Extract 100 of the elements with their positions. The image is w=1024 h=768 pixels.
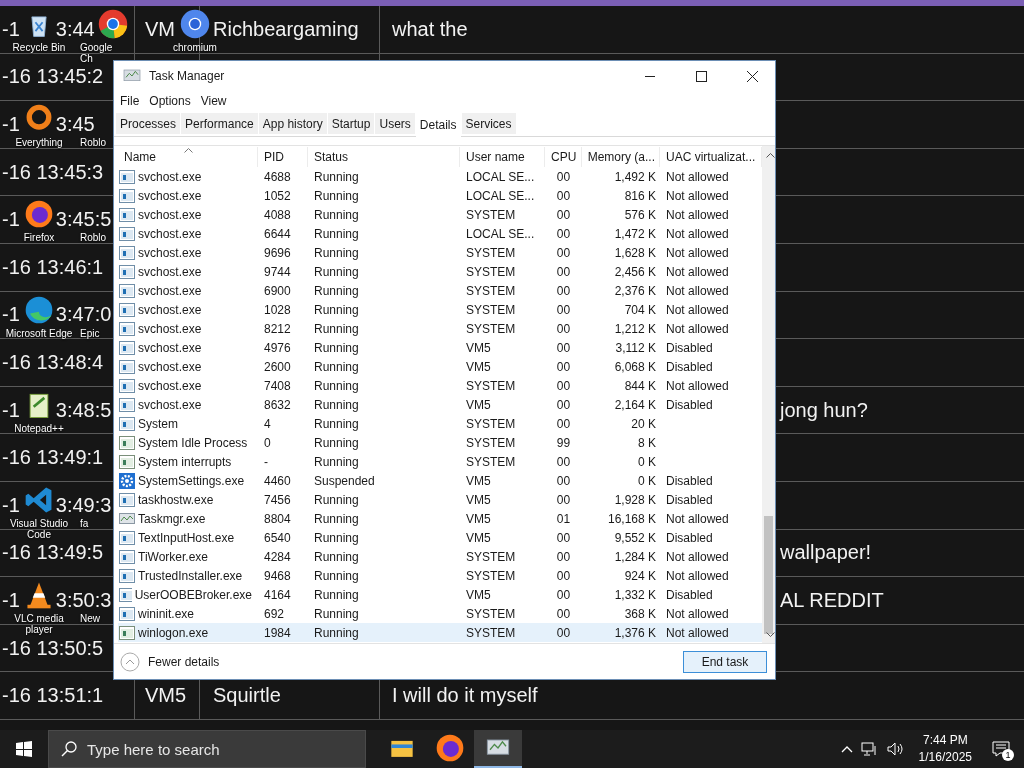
- process-row[interactable]: TiWorker.exe 4284 Running SYSTEM 00 1,284 K Not allowed: [118, 547, 762, 566]
- desktop-icon-label[interactable]: Recycle Bin: [12, 42, 66, 53]
- process-row[interactable]: svchost.exe 4088 Running SYSTEM 00 576 K Not allowed: [118, 205, 762, 224]
- clock[interactable]: 7:44 PM 1/16/2025: [912, 732, 978, 766]
- display-name: Squirtle: [213, 684, 281, 708]
- pid-cell: 7408: [264, 378, 291, 393]
- timestamp: -16 13:45:3: [2, 160, 104, 184]
- desktop-icon-label[interactable]: Roblo: [80, 232, 107, 244]
- process-row[interactable]: svchost.exe 9696 Running SYSTEM 00 1,628 K Not allowed: [118, 243, 762, 262]
- timestamp: -16 13:51:1: [2, 684, 104, 708]
- desktop-icon-label[interactable]: Epic: [80, 327, 100, 339]
- pid-cell: 1052: [264, 188, 291, 203]
- tab[interactable]: Services: [461, 113, 516, 134]
- timestamp: -16 13:45:2: [2, 65, 104, 89]
- tab[interactable]: Users: [375, 113, 415, 134]
- memory-cell: 816 K: [624, 188, 656, 203]
- network-icon[interactable]: [860, 742, 879, 756]
- desktop-icon-label[interactable]: Google Ch: [80, 42, 113, 64]
- status-cell: Running: [314, 435, 359, 450]
- column-header[interactable]: PID: [258, 147, 308, 167]
- memory-cell: 2,456 K: [614, 264, 656, 279]
- desktop-icon-label[interactable]: Everything: [15, 137, 63, 149]
- column-header[interactable]: Name: [118, 147, 258, 167]
- cpu-cell: 00: [556, 530, 571, 545]
- pid-cell: 6900: [264, 283, 291, 298]
- user-name-cell: VM5: [466, 340, 491, 355]
- desktop-icon-label[interactable]: Visual Studio Code: [0, 518, 78, 540]
- timestamp: -16 13:50:5: [2, 636, 104, 660]
- cpu-cell: 00: [556, 473, 571, 488]
- timestamp: 3:50:3: [55, 588, 112, 612]
- process-name: svchost.exe: [138, 188, 202, 203]
- notification-button[interactable]: 1: [986, 734, 1016, 764]
- uac-cell: Not allowed: [666, 606, 729, 621]
- cpu-cell: 00: [556, 359, 571, 374]
- column-header[interactable]: Status: [308, 147, 460, 167]
- menu-item[interactable]: File: [116, 94, 144, 108]
- process-row[interactable]: System interrupts - Running SYSTEM 00 0 K: [118, 452, 762, 471]
- volume-icon[interactable]: [886, 742, 905, 756]
- process-row[interactable]: svchost.exe 4976 Running VM5 00 3,112 K Disabled: [118, 338, 762, 357]
- timestamp: -1: [2, 588, 20, 612]
- process-row[interactable]: svchost.exe 8632 Running VM5 00 2,164 K Disabled: [118, 395, 762, 414]
- column-header[interactable]: Memory (a...: [582, 147, 660, 167]
- uac-cell: Disabled: [666, 473, 713, 488]
- cpu-cell: 00: [556, 264, 571, 279]
- process-row[interactable]: svchost.exe 4688 Running LOCAL SE... 00 1,492 K Not allowed: [118, 167, 762, 186]
- process-row[interactable]: System 4 Running SYSTEM 00 20 K: [118, 414, 762, 433]
- chevron-up-icon[interactable]: [840, 745, 853, 753]
- column-header[interactable]: CPU: [545, 147, 582, 167]
- desktop-icon-label[interactable]: New: [80, 613, 100, 625]
- process-row[interactable]: svchost.exe 6900 Running SYSTEM 00 2,376 K Not allowed: [118, 281, 762, 300]
- search-field[interactable]: Type here to search: [48, 730, 366, 768]
- desktop-icon-label[interactable]: Roblo: [80, 137, 107, 149]
- process-row[interactable]: svchost.exe 7408 Running SYSTEM 00 844 K Not allowed: [118, 376, 762, 395]
- column-header[interactable]: User name: [460, 147, 545, 167]
- tab[interactable]: Performance: [181, 113, 258, 134]
- user-name-cell: VM5: [466, 511, 491, 526]
- memory-cell: 704 K: [624, 302, 656, 317]
- cpu-cell: 00: [556, 606, 571, 621]
- process-row[interactable]: svchost.exe 1052 Running LOCAL SE... 00 816 K Not allowed: [118, 186, 762, 205]
- process-row[interactable]: System Idle Process 0 Running SYSTEM 99 8 K: [118, 433, 762, 452]
- scroll-thumb[interactable]: [764, 516, 773, 634]
- desktop-icon-label[interactable]: chromium: [173, 42, 217, 53]
- process-row[interactable]: UserOOBEBroker.exe 4164 Running VM5 00 1,332 K Disabled: [118, 585, 762, 604]
- tab[interactable]: Startup: [327, 113, 375, 134]
- menu-item[interactable]: View: [196, 94, 231, 108]
- desktop-icon-label[interactable]: fa: [80, 518, 89, 529]
- menu-item[interactable]: Options: [145, 94, 195, 108]
- process-row[interactable]: svchost.exe 8212 Running SYSTEM 00 1,212 K Not allowed: [118, 319, 762, 338]
- search-input[interactable]: Type here to search: [87, 740, 347, 758]
- program-icon: [119, 264, 135, 279]
- end-task-button[interactable]: End task: [683, 650, 767, 673]
- desktop-icon-label[interactable]: Firefox: [23, 232, 55, 244]
- desktop-icon-label[interactable]: Notepad++: [14, 422, 64, 434]
- process-row[interactable]: svchost.exe 1028 Running SYSTEM 00 704 K Not allowed: [118, 300, 762, 319]
- tab[interactable]: App history: [258, 113, 327, 134]
- process-name: svchost.exe: [138, 359, 202, 374]
- chat-message: I will do it myself: [392, 684, 538, 708]
- tab[interactable]: Processes: [116, 113, 181, 134]
- process-row[interactable]: svchost.exe 6644 Running LOCAL SE... 00 1,472 K Not allowed: [118, 224, 762, 243]
- pid-cell: 6540: [264, 530, 291, 545]
- process-row[interactable]: wininit.exe 692 Running SYSTEM 00 368 K Not allowed: [118, 604, 762, 623]
- desktop-icon-label[interactable]: VLC media player: [0, 613, 78, 636]
- taskbar-app-button[interactable]: [474, 730, 522, 768]
- process-row[interactable]: Taskmgr.exe 8804 Running VM5 01 16,168 K Not allowed: [118, 509, 762, 528]
- scrollbar[interactable]: [762, 146, 775, 643]
- fewer-details-toggle[interactable]: Fewer details: [120, 651, 220, 672]
- process-row[interactable]: SystemSettings.exe 4460 Suspended VM5 00 0 K Disabled: [118, 471, 762, 490]
- process-row[interactable]: TextInputHost.exe 6540 Running VM5 00 9,552 K Disabled: [118, 528, 762, 547]
- user-name-cell: SYSTEM: [466, 416, 516, 431]
- process-row[interactable]: winlogon.exe 1984 Running SYSTEM 00 1,376 K Not allowed: [118, 623, 762, 642]
- process-row[interactable]: svchost.exe 9744 Running SYSTEM 00 2,456 K Not allowed: [118, 262, 762, 281]
- process-name: System: [138, 416, 178, 431]
- process-row[interactable]: TrustedInstaller.exe 9468 Running SYSTEM 00 924 K Not allowed: [118, 566, 762, 585]
- process-row[interactable]: svchost.exe 2600 Running VM5 00 6,068 K Disabled: [118, 357, 762, 376]
- timestamp: -1: [2, 17, 20, 41]
- scroll-up-icon: [766, 153, 775, 158]
- window-title: Task Manager: [149, 69, 226, 83]
- desktop-icon-label[interactable]: Microsoft Edge: [5, 327, 73, 339]
- process-row[interactable]: taskhostw.exe 7456 Running VM5 00 1,928 K Disabled: [118, 490, 762, 509]
- user-name-cell: LOCAL SE...: [466, 169, 535, 184]
